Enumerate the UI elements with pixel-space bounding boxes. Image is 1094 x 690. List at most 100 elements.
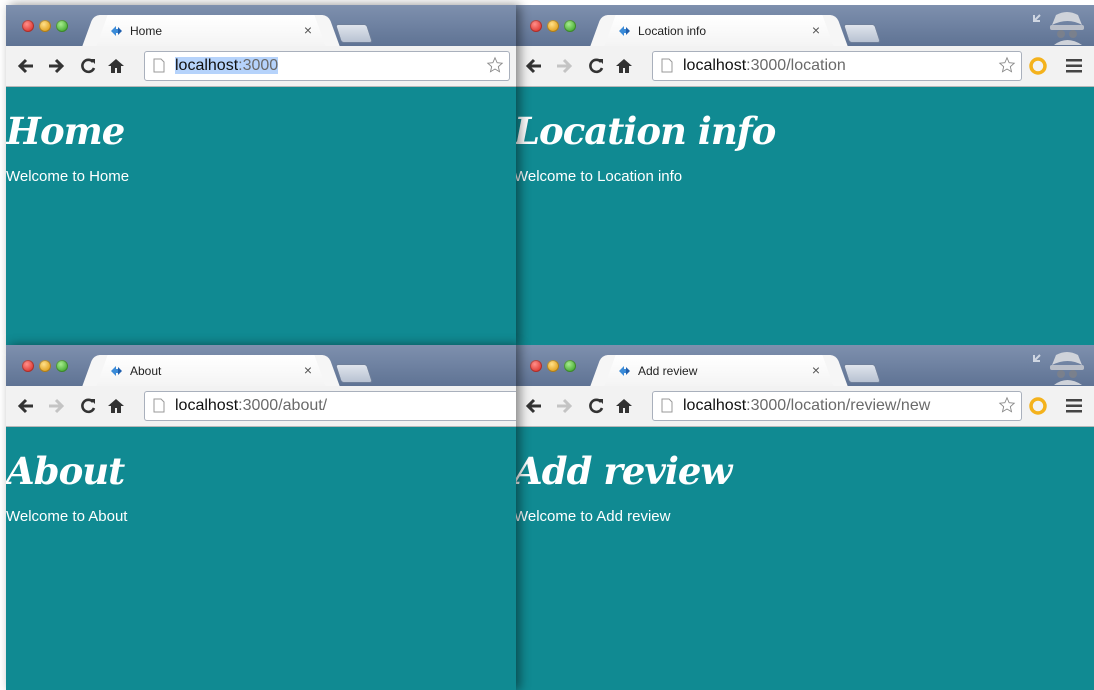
forward-arrow-icon[interactable]	[554, 396, 574, 416]
minimize-window-button[interactable]	[39, 20, 51, 32]
close-window-button[interactable]	[530, 360, 542, 372]
address-bar[interactable]: localhost:3000/location	[652, 51, 1022, 81]
address-bar[interactable]: localhost:3000	[144, 51, 510, 81]
page-icon	[661, 58, 673, 73]
welcome-text: Welcome to Home	[6, 168, 130, 185]
tab-close-icon[interactable]: ×	[304, 362, 312, 378]
page-content: Location info Welcome to Location info	[514, 87, 1094, 345]
zoom-window-button[interactable]	[56, 360, 68, 372]
minimize-window-button[interactable]	[39, 360, 51, 372]
tab-add-review[interactable]: Add review ×	[604, 355, 834, 386]
home-icon[interactable]	[614, 396, 634, 416]
sun-icon[interactable]	[1029, 397, 1047, 415]
tab-about[interactable]: About ×	[96, 355, 326, 386]
diamond-arrows-favicon-icon	[111, 26, 122, 36]
address-bar[interactable]: localhost:3000/location/review/new	[652, 391, 1022, 421]
tab-close-icon[interactable]: ×	[304, 22, 312, 38]
close-window-button[interactable]	[22, 20, 34, 32]
url-text: localhost:3000/location	[683, 57, 846, 75]
bookmark-star-icon[interactable]	[998, 56, 1016, 74]
home-icon[interactable]	[106, 56, 126, 76]
url-path: :3000/location	[746, 57, 846, 74]
browser-window-about: About × localhost:3000/about/ About Welc…	[6, 345, 516, 690]
reload-icon[interactable]	[586, 396, 606, 416]
back-arrow-icon[interactable]	[16, 56, 36, 76]
title-bar: About ×	[6, 345, 516, 386]
zoom-window-button[interactable]	[564, 20, 576, 32]
reload-icon[interactable]	[586, 56, 606, 76]
new-tab-button[interactable]	[334, 364, 374, 383]
zoom-window-button[interactable]	[56, 20, 68, 32]
browser-window-location-info: Location info × localhost:3000/location …	[514, 5, 1094, 345]
url-text: localhost:3000	[175, 57, 279, 75]
url-text: localhost:3000/about/	[175, 397, 327, 415]
browser-window-add-review: Add review × localhost:3000/location/rev…	[514, 345, 1094, 690]
window-controls	[530, 359, 581, 373]
url-path: :3000	[238, 57, 279, 74]
close-window-button[interactable]	[530, 20, 542, 32]
diamond-arrows-favicon-icon	[111, 366, 122, 376]
back-arrow-icon[interactable]	[524, 396, 544, 416]
url-text: localhost:3000/location/review/new	[683, 397, 930, 415]
new-tab-button[interactable]	[842, 24, 882, 43]
forward-arrow-icon[interactable]	[46, 396, 66, 416]
browser-toolbar: localhost:3000/about/	[6, 386, 516, 427]
welcome-text: Welcome to Location info	[514, 168, 683, 185]
bookmark-star-icon[interactable]	[998, 396, 1016, 414]
browser-grid: Home × localhost:3000 Home Welcome to Ho…	[6, 5, 1094, 690]
reload-icon[interactable]	[78, 396, 98, 416]
tab-title: Home	[130, 24, 163, 38]
url-path: :3000/location/review/new	[746, 397, 931, 414]
welcome-text: Welcome to About	[6, 508, 128, 525]
browser-toolbar: localhost:3000/location	[514, 46, 1094, 87]
page-title: About	[6, 449, 125, 493]
incognito-icon	[1033, 12, 1084, 45]
tab-home[interactable]: Home ×	[96, 15, 326, 46]
url-host: localhost	[175, 397, 239, 414]
tab-close-icon[interactable]: ×	[812, 22, 820, 38]
home-icon[interactable]	[614, 56, 634, 76]
back-arrow-icon[interactable]	[16, 396, 36, 416]
home-icon[interactable]	[106, 396, 126, 416]
welcome-text: Welcome to Add review	[514, 508, 671, 525]
close-window-button[interactable]	[22, 360, 34, 372]
new-tab-button[interactable]	[334, 24, 374, 43]
reload-icon[interactable]	[78, 56, 98, 76]
new-tab-button[interactable]	[842, 364, 882, 383]
forward-arrow-icon[interactable]	[554, 56, 574, 76]
address-bar[interactable]: localhost:3000/about/	[144, 391, 516, 421]
forward-arrow-icon[interactable]	[46, 56, 66, 76]
page-icon	[153, 58, 165, 73]
tab-title: Add review	[638, 364, 698, 378]
page-title: Add review	[514, 449, 732, 493]
sun-icon[interactable]	[1029, 57, 1047, 75]
back-arrow-icon[interactable]	[524, 56, 544, 76]
incognito-icon	[1033, 352, 1084, 385]
zoom-window-button[interactable]	[564, 360, 576, 372]
minimize-window-button[interactable]	[547, 20, 559, 32]
page-icon	[153, 398, 165, 413]
title-bar: Location info ×	[514, 5, 1094, 46]
tab-title: About	[130, 364, 162, 378]
minimize-window-button[interactable]	[547, 360, 559, 372]
window-controls	[530, 19, 581, 33]
url-path: :3000/about/	[238, 397, 328, 414]
tab-close-icon[interactable]: ×	[812, 362, 820, 378]
page-content: About Welcome to About	[6, 427, 516, 690]
title-bar: Add review ×	[514, 345, 1094, 386]
tab-title: Location info	[638, 24, 707, 38]
browser-toolbar: localhost:3000	[6, 46, 516, 87]
page-title: Home	[6, 109, 125, 153]
browser-window-home: Home × localhost:3000 Home Welcome to Ho…	[6, 5, 516, 345]
window-controls	[22, 19, 73, 33]
menu-icon[interactable]	[1066, 399, 1082, 413]
tab-location-info[interactable]: Location info ×	[604, 15, 834, 46]
url-host: localhost	[683, 57, 747, 74]
window-controls	[22, 359, 73, 373]
url-host: localhost	[175, 57, 239, 74]
title-bar: Home ×	[6, 5, 516, 46]
bookmark-star-icon[interactable]	[486, 56, 504, 74]
page-content: Home Welcome to Home	[6, 87, 516, 345]
page-icon	[661, 398, 673, 413]
menu-icon[interactable]	[1066, 59, 1082, 73]
